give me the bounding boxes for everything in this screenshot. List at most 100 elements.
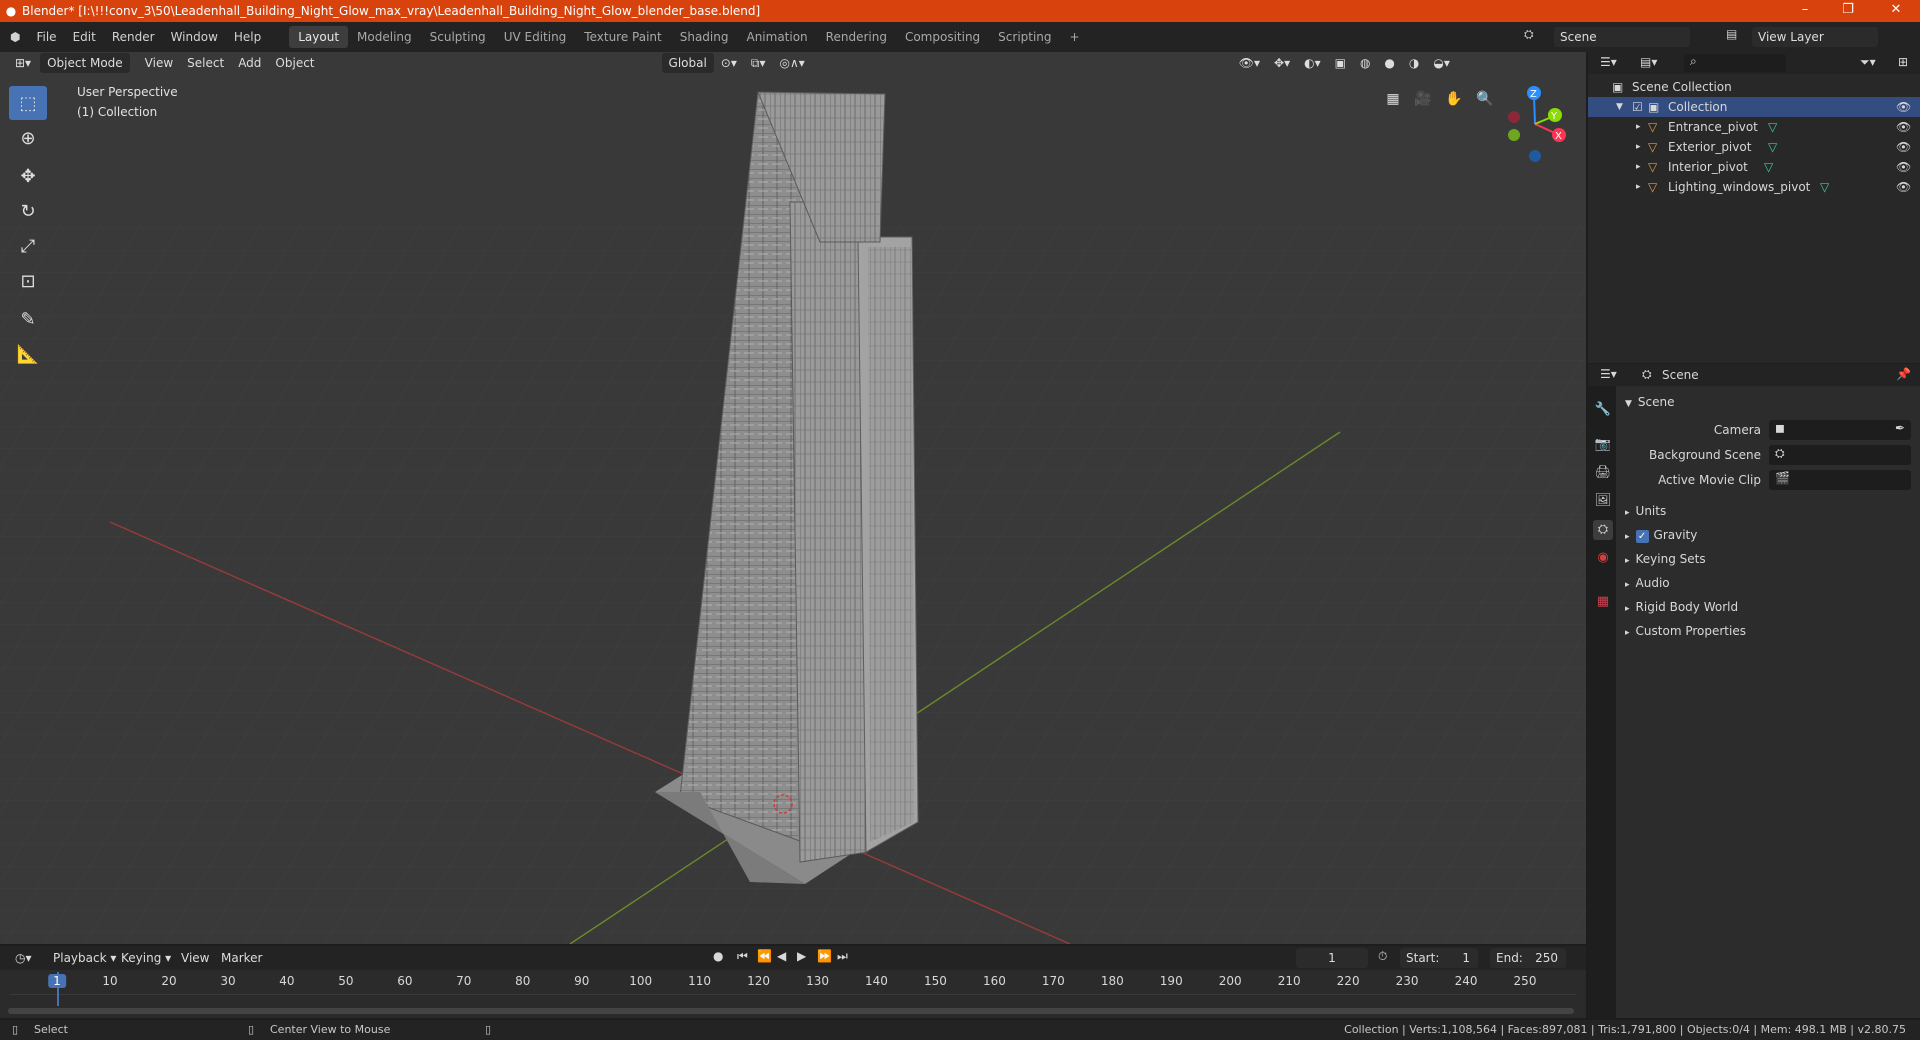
jump-keyframe-back-icon[interactable]: ⏪ — [757, 949, 772, 963]
keying-sets-panel-header[interactable]: ▸ Keying Sets — [1625, 548, 1706, 570]
menu-help[interactable]: Help — [226, 26, 269, 48]
shading-solid-icon[interactable]: ● — [1377, 53, 1401, 73]
shading-material-icon[interactable]: ◑ — [1402, 53, 1426, 73]
view-layer-icon[interactable]: ▤ — [1726, 27, 1737, 41]
timeline-menu-marker[interactable]: Marker — [214, 948, 269, 968]
viewport-menu-object[interactable]: Object — [268, 53, 321, 73]
render-tab-icon[interactable]: 📷 — [1593, 435, 1613, 455]
eyedropper-icon[interactable]: ✒ — [1895, 421, 1905, 435]
move-tool-icon[interactable]: ✥ — [9, 159, 47, 193]
xray-icon[interactable]: ▣ — [1328, 53, 1353, 73]
gravity-panel-header[interactable]: ▸ ✓ Gravity — [1625, 524, 1697, 546]
outliner-row-interior-pivot[interactable]: ▸ ▽ Interior_pivot ▽ 👁 — [1588, 157, 1920, 177]
proportional-edit-icon[interactable]: ◎∧▾ — [772, 53, 811, 73]
3d-viewport[interactable]: Z X Y — [0, 52, 1586, 944]
add-workspace-button[interactable]: + — [1061, 26, 1089, 48]
world-tab-icon[interactable]: ◉ — [1593, 548, 1613, 568]
shading-rendered-icon[interactable]: ◒▾ — [1426, 53, 1457, 73]
custom-properties-panel-header[interactable]: ▸ Custom Properties — [1625, 620, 1746, 642]
tab-modeling[interactable]: Modeling — [348, 26, 421, 48]
rigid-body-world-panel-header[interactable]: ▸ Rigid Body World — [1625, 596, 1738, 618]
expand-arrow-icon[interactable]: ▸ — [1636, 137, 1641, 157]
current-frame-marker[interactable]: 1 — [48, 974, 66, 988]
units-panel-header[interactable]: ▸ Units — [1625, 500, 1666, 522]
navigation-gizmo[interactable]: Z X Y — [1508, 86, 1566, 162]
camera-field[interactable]: ◼ ✒ — [1769, 420, 1911, 440]
menu-file[interactable]: File — [28, 26, 64, 48]
start-frame-field[interactable]: Start: 1 — [1400, 948, 1478, 968]
play-reverse-icon[interactable]: ◀ — [777, 949, 786, 963]
pan-view-icon[interactable]: ✋ — [1441, 86, 1467, 112]
visibility-eye-icon[interactable]: 👁 — [1896, 117, 1911, 137]
tool-tab-icon[interactable]: 🔧 — [1593, 400, 1613, 420]
select-box-tool-icon[interactable]: ⬚ — [9, 86, 47, 120]
gizmo-toggle-icon[interactable]: ✥▾ — [1267, 53, 1297, 73]
texture-tab-icon[interactable]: ▦ — [1593, 592, 1613, 612]
zoom-view-icon[interactable]: 🔍 — [1472, 86, 1498, 112]
gravity-checkbox[interactable]: ✓ — [1635, 530, 1649, 543]
tab-animation[interactable]: Animation — [737, 26, 816, 48]
shading-wireframe-icon[interactable]: ◍ — [1353, 53, 1377, 73]
measure-tool-icon[interactable]: 📐 — [9, 337, 47, 371]
timeline-menu-view[interactable]: View — [174, 948, 216, 968]
visibility-icon[interactable]: 👁▾ — [1232, 53, 1267, 73]
display-mode-icon[interactable]: ▤▾ — [1640, 55, 1657, 69]
jump-keyframe-forward-icon[interactable]: ⏩ — [817, 949, 832, 963]
end-frame-field[interactable]: End: 250 — [1490, 948, 1566, 968]
background-scene-field[interactable]: ⛭ — [1769, 445, 1911, 465]
scene-tab-icon[interactable]: ⛭ — [1593, 520, 1613, 540]
viewport-menu-add[interactable]: Add — [231, 53, 268, 73]
tab-sculpting[interactable]: Sculpting — [421, 26, 495, 48]
tab-scripting[interactable]: Scripting — [989, 26, 1060, 48]
mode-selector[interactable]: Object Mode — [40, 53, 130, 73]
new-collection-icon[interactable]: ⊞ — [1898, 55, 1908, 69]
visibility-eye-icon[interactable]: 👁 — [1896, 97, 1911, 117]
scene-icon[interactable]: ⛭ — [1524, 27, 1534, 42]
tab-uv-editing[interactable]: UV Editing — [495, 26, 576, 48]
tab-rendering[interactable]: Rendering — [817, 26, 896, 48]
outliner-row-exterior-pivot[interactable]: ▸ ▽ Exterior_pivot ▽ 👁 — [1588, 137, 1920, 157]
checkbox-icon[interactable]: ☑ — [1632, 97, 1643, 117]
viewport-menu-select[interactable]: Select — [180, 53, 231, 73]
jump-start-icon[interactable]: ⏮ — [737, 949, 748, 964]
timeline-scrollbar[interactable] — [8, 1008, 1574, 1014]
rotate-tool-icon[interactable]: ↻ — [9, 194, 47, 228]
outliner-row-scene-collection[interactable]: ▣ Scene Collection — [1588, 77, 1920, 97]
cursor-tool-icon[interactable]: ⊕ — [9, 121, 47, 155]
visibility-eye-icon[interactable]: 👁 — [1896, 157, 1911, 177]
scene-selector[interactable]: Scene — [1554, 27, 1690, 47]
expand-arrow-icon[interactable]: ▼ — [1616, 97, 1623, 117]
annotate-tool-icon[interactable]: ✎ — [9, 302, 47, 336]
transform-tool-icon[interactable]: ⊡ — [9, 264, 47, 298]
visibility-eye-icon[interactable]: 👁 — [1896, 137, 1911, 157]
timeline-editor-icon[interactable]: ◷▾ — [8, 948, 39, 968]
preview-range-icon[interactable]: ⏱ — [1378, 949, 1387, 964]
camera-view-icon[interactable]: 🎥 — [1410, 86, 1436, 112]
filter-icon[interactable]: ⏷▾ — [1860, 55, 1876, 70]
output-tab-icon[interactable]: 🖨 — [1593, 463, 1613, 483]
tab-layout[interactable]: Layout — [289, 26, 349, 48]
timeline-menu-playback[interactable]: Playback ▾ — [46, 948, 123, 968]
outliner-row-collection[interactable]: ▼ ☑ ▣ Collection 👁 — [1588, 97, 1920, 117]
expand-arrow-icon[interactable]: ▸ — [1636, 157, 1641, 177]
close-button[interactable]: ✕ — [1876, 0, 1916, 22]
record-icon[interactable]: ● — [713, 949, 723, 963]
audio-panel-header[interactable]: ▸ Audio — [1625, 572, 1670, 594]
maximize-button[interactable]: ❐ — [1828, 0, 1868, 22]
outliner-editor-icon[interactable]: ☰▾ — [1600, 55, 1617, 69]
viewport-menu-view[interactable]: View — [138, 53, 180, 73]
overlay-toggle-icon[interactable]: ◐▾ — [1297, 53, 1328, 73]
editor-type-icon[interactable]: ⊞▾ — [8, 53, 38, 73]
snap-icon[interactable]: ⧉▾ — [744, 53, 773, 73]
scale-tool-icon[interactable]: ⤢ — [9, 229, 47, 263]
play-icon[interactable]: ▶ — [797, 949, 806, 963]
expand-arrow-icon[interactable]: ▸ — [1636, 117, 1641, 137]
perspective-toggle-icon[interactable]: ▦ — [1380, 86, 1406, 112]
pivot-point-icon[interactable]: ⊙▾ — [714, 53, 744, 73]
expand-arrow-icon[interactable]: ▸ — [1636, 177, 1641, 197]
menu-render[interactable]: Render — [104, 26, 163, 48]
tab-shading[interactable]: Shading — [671, 26, 738, 48]
jump-end-icon[interactable]: ⏭ — [837, 949, 848, 964]
pin-icon[interactable]: 📌 — [1896, 367, 1911, 381]
timeline-menu-keying[interactable]: Keying ▾ — [114, 948, 178, 968]
